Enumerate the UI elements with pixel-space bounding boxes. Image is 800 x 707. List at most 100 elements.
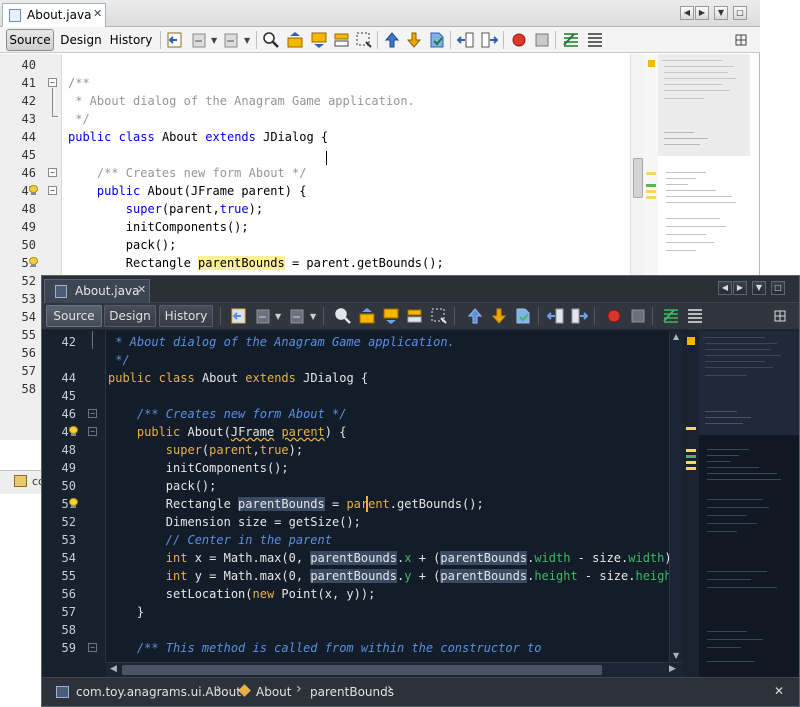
scroll-up-icon[interactable]: ▲ [673,332,679,341]
close-icon[interactable]: ✕ [137,283,146,296]
back-icon[interactable] [166,31,184,49]
minimap-line [664,72,728,73]
rectangular-selection-icon[interactable] [430,307,448,325]
forward-icon[interactable] [288,307,306,325]
dark-vertical-scrollbar[interactable]: ▲ ▼ [669,331,683,662]
maximize-icon[interactable] [732,31,750,49]
comment-icon[interactable] [662,307,680,325]
next-bookmark-icon[interactable] [490,307,508,325]
shift-left-icon[interactable] [547,307,565,325]
dark-history-button[interactable]: History [159,305,213,327]
lightbulb-icon[interactable] [29,185,38,196]
scroll-down-icon[interactable]: ▼ [673,651,679,660]
stop-macro-icon[interactable] [533,31,551,49]
dropdown-icon[interactable]: ▼ [310,312,316,321]
search-icon[interactable] [334,307,352,325]
dropdown-icon[interactable]: ▼ [714,6,728,20]
scroll-thumb[interactable] [633,158,643,198]
dark-source-button[interactable]: Source [46,305,102,327]
toggle-highlight-icon[interactable] [406,307,424,325]
fold-icon[interactable]: − [88,643,97,652]
scroll-right-icon[interactable]: ▶ [669,664,676,674]
scroll-thumb[interactable] [122,665,602,675]
fold-icon[interactable]: − [88,409,97,418]
text-caret [366,496,368,512]
rectangular-selection-icon[interactable] [355,31,373,49]
line-number: 57 [21,364,36,378]
back-icon[interactable] [230,307,248,325]
dark-design-button[interactable]: Design [104,305,156,327]
forward-icon[interactable] [190,31,208,49]
toggle-highlight-icon[interactable] [333,31,351,49]
find-previous-icon[interactable] [286,31,304,49]
fold-icon[interactable]: − [88,427,97,436]
find-next-icon[interactable] [310,31,328,49]
light-bottom-strip: co [0,470,45,494]
minimap-viewport[interactable] [658,54,750,156]
light-history-button[interactable]: History [108,29,154,51]
previous-bookmark-icon[interactable] [383,31,401,49]
stop-macro-icon[interactable] [629,307,647,325]
record-macro-icon[interactable] [510,31,528,49]
fold-icon[interactable]: − [48,186,57,195]
dark-minimap[interactable] [699,331,799,677]
nav-left-icon[interactable]: ◀ [680,6,694,20]
minimap-viewport[interactable] [699,331,799,435]
breadcrumb-field[interactable]: parentBounds [310,685,394,699]
dropdown-icon[interactable]: ▼ [244,36,250,45]
occurrence-mark[interactable] [646,172,656,175]
nav-right-icon[interactable]: ▶ [695,6,709,20]
uncomment-icon[interactable] [586,31,604,49]
dark-error-stripe[interactable] [683,331,699,677]
close-icon[interactable]: ✕ [774,684,784,698]
maximize-icon[interactable]: □ [733,6,747,20]
fold-icon[interactable]: − [48,168,57,177]
occurrence-mark[interactable] [646,190,656,193]
uncomment-icon[interactable] [686,307,704,325]
dark-file-tab[interactable]: About.java ✕ [44,279,150,303]
fold-icon[interactable]: − [48,78,57,87]
record-macro-icon[interactable] [605,307,623,325]
minimap-line [666,196,732,197]
line-number: 54 [61,551,76,565]
maximize-icon[interactable]: □ [771,281,785,295]
previous-bookmark-icon[interactable] [466,307,484,325]
maximize-icon[interactable] [771,307,789,325]
shift-right-icon[interactable] [480,31,498,49]
shift-right-icon[interactable] [570,307,588,325]
forward-icon[interactable] [254,307,272,325]
occurrence-mark[interactable] [686,467,696,470]
light-source-button[interactable]: Source [6,29,54,51]
light-design-button[interactable]: Design [58,29,104,51]
breadcrumb-class[interactable]: About [256,685,291,699]
toggle-bookmark-icon[interactable] [428,31,446,49]
comment-icon[interactable] [562,31,580,49]
dark-horizontal-scrollbar[interactable]: ◀ ▶ [106,662,683,677]
find-previous-icon[interactable] [358,307,376,325]
close-icon[interactable]: ✕ [93,7,102,20]
occurrence-mark[interactable] [686,449,696,452]
nav-right-icon[interactable]: ▶ [733,281,747,295]
forward-icon[interactable] [222,31,240,49]
shift-left-icon[interactable] [457,31,475,49]
nav-left-icon[interactable]: ◀ [718,281,732,295]
lightbulb-icon[interactable] [29,257,38,268]
occurrence-mark[interactable] [686,427,696,430]
scroll-left-icon[interactable]: ◀ [110,664,117,674]
next-bookmark-icon[interactable] [405,31,423,49]
occurrence-mark[interactable] [686,461,696,464]
dropdown-icon[interactable]: ▼ [211,36,217,45]
dropdown-icon[interactable]: ▼ [275,312,281,321]
toggle-bookmark-icon[interactable] [514,307,532,325]
dark-code-area[interactable]: * About dialog of the Anagram Game appli… [106,331,669,662]
dropdown-icon[interactable]: ▼ [752,281,766,295]
light-file-tab[interactable]: About.java ✕ [2,3,106,27]
lightbulb-icon[interactable] [69,498,78,509]
occurrence-mark[interactable] [686,455,696,458]
occurrence-mark[interactable] [646,196,656,199]
search-icon[interactable] [262,31,280,49]
find-next-icon[interactable] [382,307,400,325]
line-number: 48 [21,202,36,216]
occurrence-mark[interactable] [646,184,656,187]
lightbulb-icon[interactable] [69,426,78,437]
